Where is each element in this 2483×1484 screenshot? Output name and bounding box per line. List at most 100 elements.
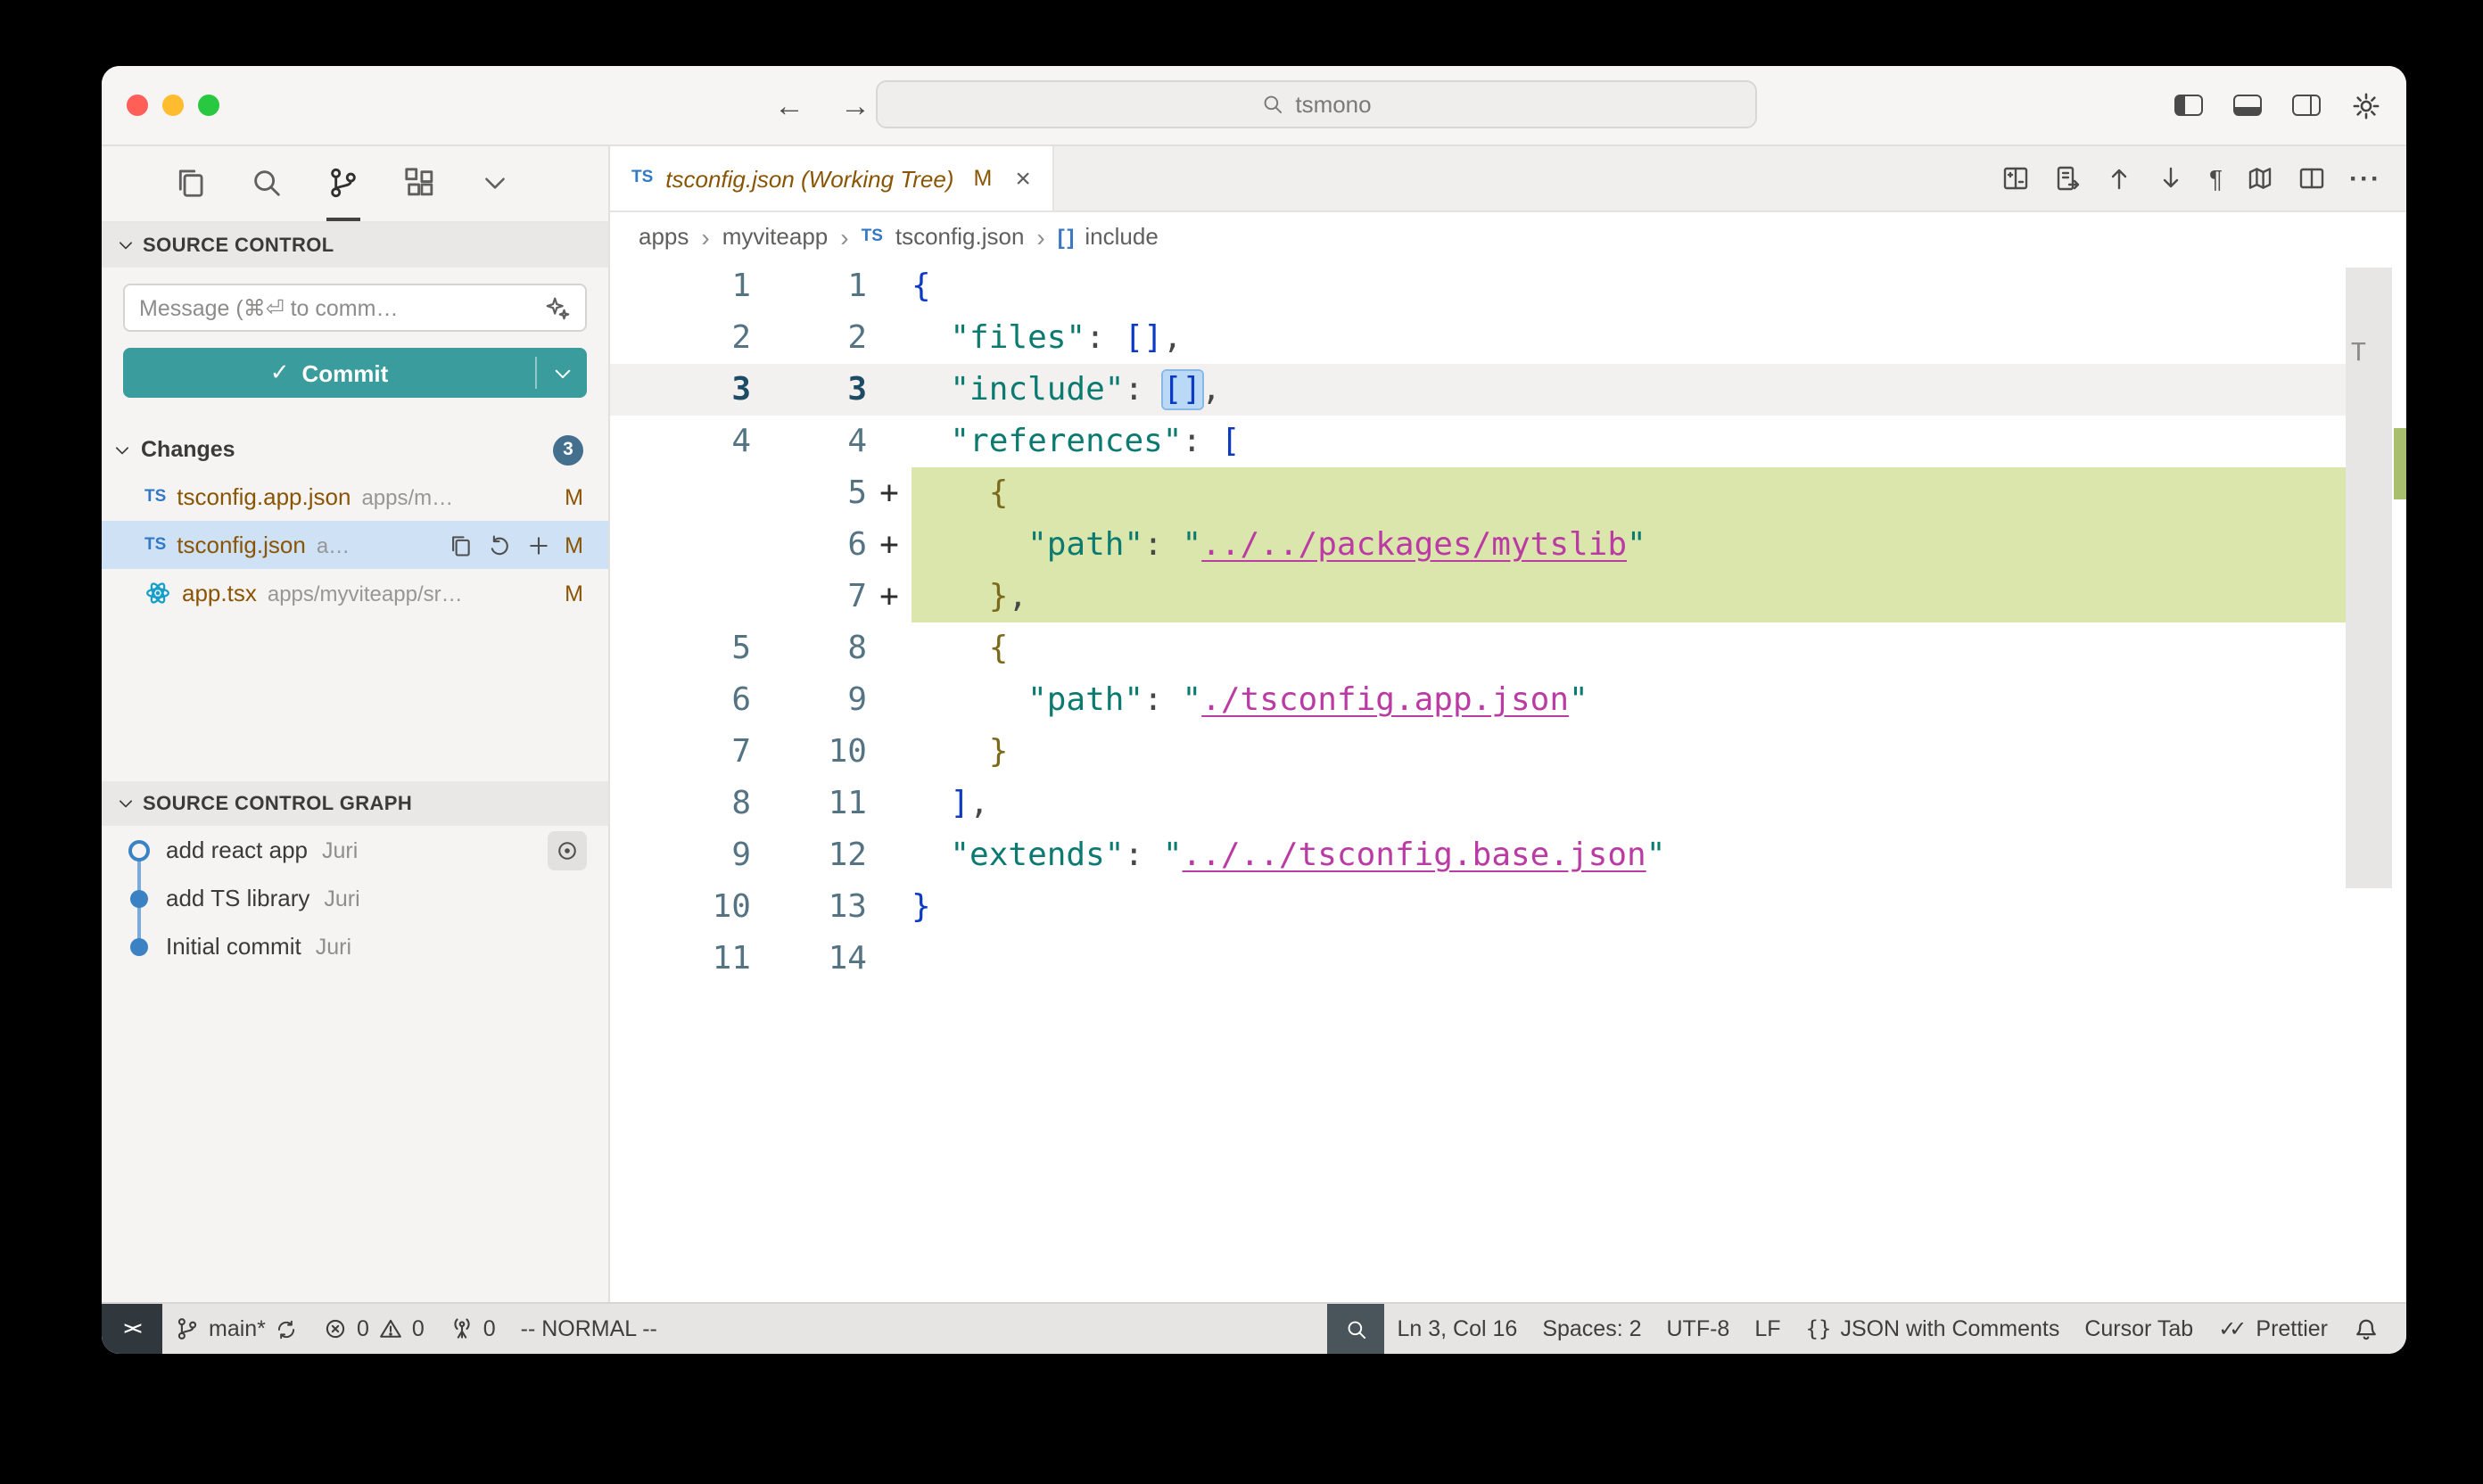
commit-row[interactable]: add react app Juri [102, 826, 608, 874]
activity-more[interactable] [480, 146, 510, 221]
toggle-sidebar-icon[interactable] [2174, 95, 2203, 116]
code-line[interactable]: 811 ], [610, 778, 2346, 829]
command-center[interactable]: tsmono [876, 80, 1757, 128]
code-line[interactable]: 6+ "path": "../../packages/mytslib" [610, 519, 2346, 571]
line-number-modified: 8 [751, 622, 867, 674]
commit-button[interactable]: ✓ Commit [123, 348, 587, 398]
breadcrumb-item-myviteapp[interactable]: myviteapp [722, 223, 829, 250]
minimize-window-button[interactable] [162, 95, 184, 116]
stage-changes-icon[interactable] [525, 532, 550, 557]
minimap[interactable]: T [2346, 260, 2406, 1302]
zoom-indicator[interactable] [1327, 1304, 1384, 1354]
render-whitespace-icon[interactable]: ¶ [2209, 166, 2223, 191]
close-window-button[interactable] [127, 95, 148, 116]
notifications-bell[interactable] [2340, 1304, 2392, 1354]
code-text: } [912, 881, 2346, 933]
remote-indicator[interactable]: >< [102, 1304, 162, 1354]
warning-count: 0 [412, 1316, 425, 1341]
toggle-secondary-sidebar-icon[interactable] [2292, 95, 2321, 116]
activity-explorer[interactable] [173, 146, 207, 221]
line-number-modified: 7 [751, 571, 867, 622]
line-number-modified: 6 [751, 519, 867, 571]
encoding-status[interactable]: UTF-8 [1654, 1304, 1743, 1354]
activity-search[interactable] [250, 146, 284, 221]
change-row[interactable]: TS tsconfig.app.json apps/m… M [102, 473, 608, 521]
more-actions-icon[interactable]: ··· [2349, 165, 2381, 192]
breadcrumb-item-apps[interactable]: apps [639, 223, 689, 250]
commit-dropdown[interactable] [537, 348, 587, 398]
code-text: { [912, 622, 2346, 674]
added-line-marker [867, 364, 912, 416]
cursor-tab-status[interactable]: Cursor Tab [2072, 1304, 2206, 1354]
tab-tsconfig-working-tree[interactable]: TS tsconfig.json (Working Tree) M × [610, 146, 1054, 210]
breadcrumb-item-include[interactable]: include [1085, 223, 1158, 250]
language-mode-status[interactable]: {} JSON with Comments [1794, 1304, 2073, 1354]
extensions-icon [403, 165, 437, 199]
commit-author: Juri [322, 837, 358, 862]
chevron-down-icon [480, 167, 510, 197]
code-line[interactable]: 1013} [610, 881, 2346, 933]
sync-icon[interactable] [275, 1317, 298, 1340]
open-file-icon[interactable] [447, 532, 472, 557]
code-line[interactable]: 7+ }, [610, 571, 2346, 622]
back-button[interactable]: ← [774, 90, 804, 120]
formatter-status[interactable]: ✓✓ Prettier [2206, 1304, 2340, 1354]
open-changes-icon[interactable] [2002, 164, 2031, 193]
close-tab-icon[interactable]: × [1015, 165, 1031, 192]
previous-change-icon[interactable] [2106, 164, 2134, 193]
code-line[interactable]: 58 { [610, 622, 2346, 674]
code-line[interactable]: 44 "references": [ [610, 416, 2346, 467]
branch-status[interactable]: main* [162, 1304, 310, 1354]
goto-commit-button[interactable] [548, 830, 587, 870]
discard-changes-icon[interactable] [486, 532, 511, 557]
code-line[interactable]: 5+ { [610, 467, 2346, 519]
code-line[interactable]: 710 } [610, 726, 2346, 778]
copilot-sparkle-icon[interactable] [544, 294, 571, 321]
code-line[interactable]: 33 "include": [], [610, 364, 2346, 416]
source-control-icon [326, 165, 360, 199]
code-line[interactable]: 1114 [610, 933, 2346, 985]
next-change-icon[interactable] [2157, 164, 2186, 193]
toggle-panel-icon[interactable] [2233, 95, 2262, 116]
map-icon[interactable] [2246, 164, 2274, 193]
search-icon [1261, 93, 1284, 116]
activity-source-control[interactable] [326, 146, 360, 221]
code-line[interactable]: 22 "files": [], [610, 312, 2346, 364]
code-text: "references": [ [912, 416, 2346, 467]
commit-message-input[interactable]: Message (⌘⏎ to comm… [123, 284, 587, 332]
code-line[interactable]: 912 "extends": "../../tsconfig.base.json… [610, 829, 2346, 881]
commit-message: add react app [166, 837, 308, 863]
changes-header[interactable]: Changes 3 [102, 426, 608, 473]
code-line[interactable]: 11{ [610, 260, 2346, 312]
file-name: tsconfig.app.json [177, 483, 351, 510]
eol-status[interactable]: LF [1742, 1304, 1793, 1354]
change-row[interactable]: app.tsx apps/myviteapp/sr… M [102, 569, 608, 617]
maximize-window-button[interactable] [198, 95, 219, 116]
code-text: "include": [], [912, 364, 2346, 416]
commit-row[interactable]: add TS library Juri [102, 874, 608, 922]
code-line[interactable]: 69 "path": "./tsconfig.app.json" [610, 674, 2346, 726]
problems-status[interactable]: 0 0 [310, 1304, 437, 1354]
change-actions [447, 532, 550, 557]
source-control-graph-header[interactable]: SOURCE CONTROL GRAPH [102, 781, 608, 826]
open-file-icon[interactable] [2054, 164, 2083, 193]
activity-extensions[interactable] [403, 146, 437, 221]
ports-status[interactable]: 0 [437, 1304, 508, 1354]
cursor-position-status[interactable]: Ln 3, Col 16 [1384, 1304, 1530, 1354]
chevron-down-icon [550, 361, 573, 384]
commit-row[interactable]: Initial commit Juri [102, 922, 608, 970]
gear-icon[interactable] [2351, 90, 2381, 120]
change-row-selected[interactable]: TS tsconfig.json a… M [102, 521, 608, 569]
forward-button[interactable]: → [840, 90, 870, 120]
line-number-modified: 10 [751, 726, 867, 778]
breadcrumb-item-tsconfig[interactable]: tsconfig.json [895, 223, 1025, 250]
tab-modified-badge: M [973, 166, 992, 191]
code-editor[interactable]: 11{22 "files": [],33 "include": [],44 "r… [610, 260, 2406, 1302]
split-editor-icon[interactable] [2297, 164, 2326, 193]
source-control-header[interactable]: SOURCE CONTROL [102, 223, 608, 268]
added-line-marker [867, 416, 912, 467]
indentation-status[interactable]: Spaces: 2 [1530, 1304, 1654, 1354]
breadcrumb-separator: › [1036, 222, 1044, 251]
code-text: ], [912, 778, 2346, 829]
line-number-original: 7 [610, 726, 751, 778]
